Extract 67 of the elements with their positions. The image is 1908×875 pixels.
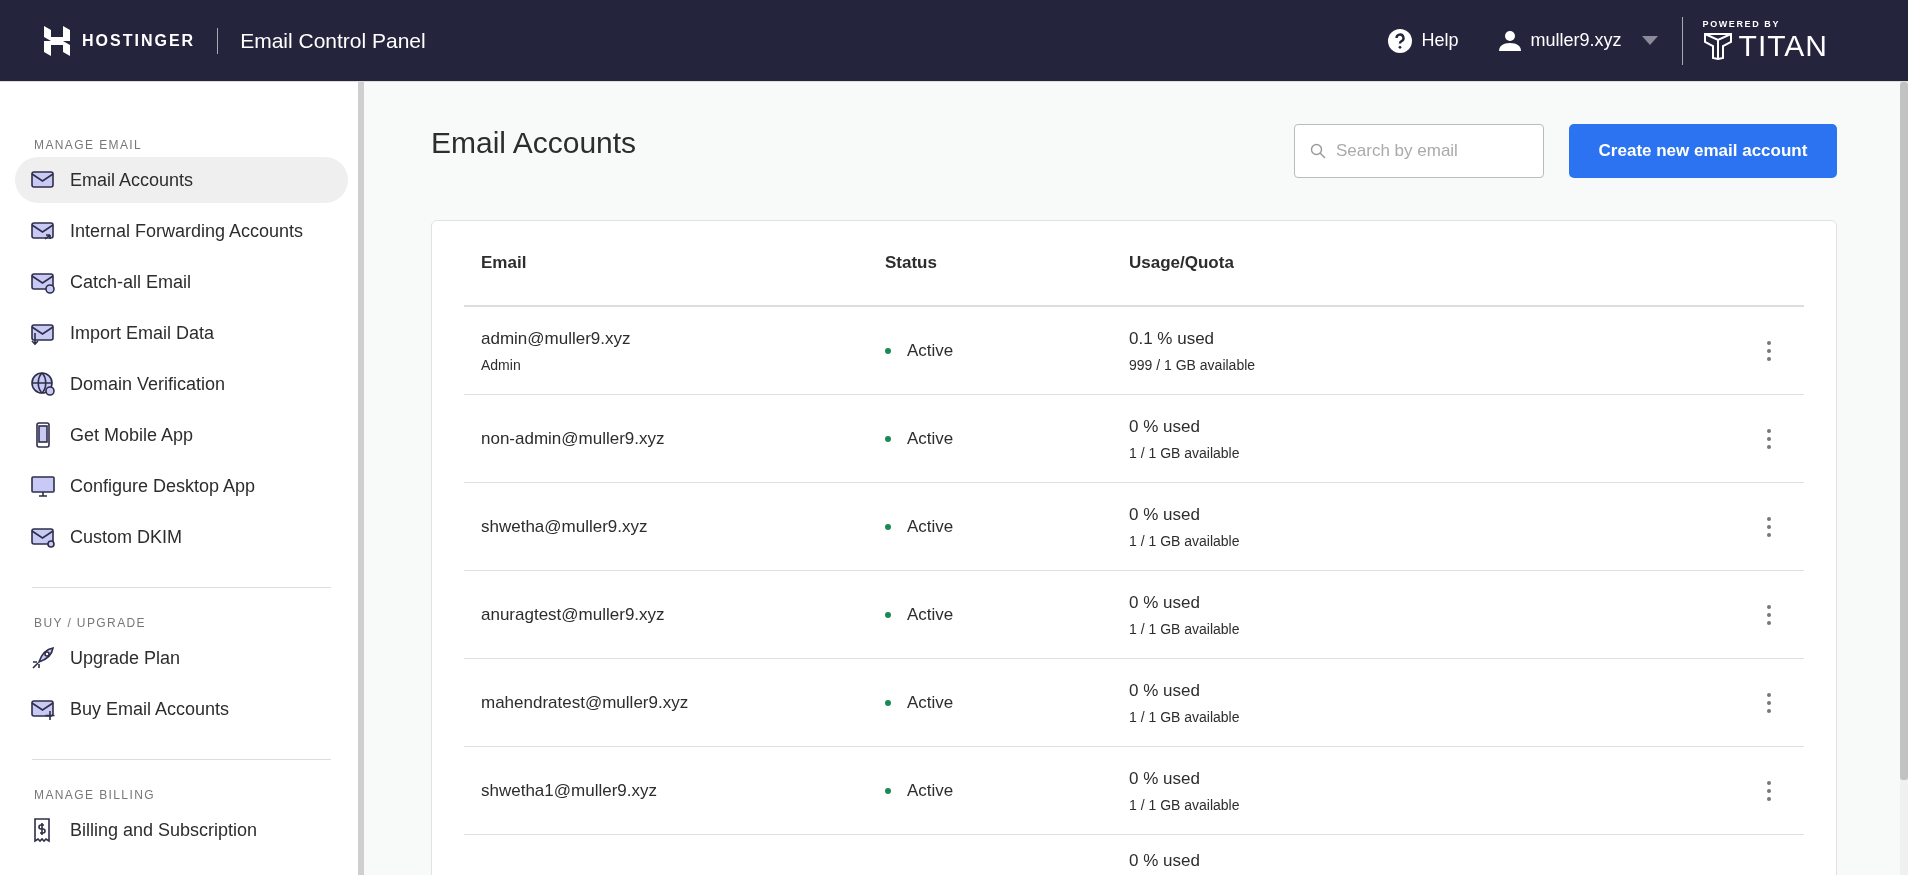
partner-name: TITAN [1738,28,1828,63]
globe-icon [30,371,56,397]
sidebar-item[interactable]: Import Email Data [15,310,348,356]
email-address: anuragtest@muller9.xyz [481,604,666,625]
status-dot-icon [885,347,891,354]
sidebar-item[interactable]: Buy Email Accounts [15,686,348,732]
column-header: Status [885,253,938,273]
sidebar-item[interactable]: Email Accounts [15,157,348,203]
email-address: shwetha1@muller9.xyz [481,780,658,801]
sidebar-item[interactable]: Catch-all Email [15,259,348,305]
sidebar-item[interactable]: Upgrade Plan [15,635,348,681]
role-label: Admin [481,356,522,373]
titan-logo-icon [1702,31,1733,60]
usage-text: 0 % used [1129,680,1201,701]
status-text: Active [907,780,954,801]
monitor-icon [30,473,56,499]
sidebar-item[interactable]: Configure Desktop App [15,463,348,509]
help-icon [1387,28,1412,53]
status-text: Active [907,692,954,713]
usage-text: 0 % used [1129,851,1201,871]
usage-text: 0 % used [1129,416,1201,437]
account-menu[interactable]: muller9.xyz [1498,30,1658,51]
email-address: mahendratest@muller9.xyz [481,692,690,713]
search-field[interactable]: Search by email [1294,124,1544,178]
email-address: shwetha@muller9.xyz [481,516,649,537]
usage-text: 0 % used [1129,504,1201,525]
email-address: admin@muller9.xyz [481,328,632,349]
create-account-button[interactable]: Create new email account [1569,124,1837,178]
help-link[interactable]: Help [1387,28,1459,53]
column-header: Email [480,253,528,273]
section-heading: MANAGE BILLING [33,787,156,804]
quota-text: 1 / 1 GB available [1129,796,1241,813]
section-heading: MANAGE EMAIL [33,137,144,154]
sidebar-item[interactable]: Get Mobile App [15,412,348,458]
status-dot-icon [885,787,891,794]
search-icon [1310,143,1326,159]
column-header: Usage/Quota [1129,253,1235,273]
powered-by-label: POWERED BY [1702,18,1782,29]
section-heading: BUY / UPGRADE [33,615,147,632]
sidebar-item[interactable]: Domain Verification [15,361,348,407]
logo-icon [44,25,70,56]
scrollbar-thumb[interactable] [1900,82,1908,780]
status-text: Active [907,340,954,361]
sidebar-item[interactable]: Internal Forwarding Accounts [15,208,348,254]
quota-text: 1 / 1 GB available [1129,444,1241,461]
status-dot-icon [885,435,891,442]
page-title: Email Accounts [431,126,638,160]
status-dot-icon [885,611,891,618]
email-address: non-admin@muller9.xyz [481,428,666,449]
sidebar-item[interactable]: Custom DKIM [15,514,348,560]
status-text: Active [907,516,954,537]
usage-text: 0.1 % used [1129,328,1216,349]
app-title: Email Control Panel [240,28,426,53]
quota-text: 1 / 1 GB available [1129,708,1241,725]
usage-text: 0 % used [1129,768,1201,789]
quota-text: 1 / 1 GB available [1129,620,1241,637]
quota-text: 999 / 1 GB available [1129,356,1257,373]
quota-text: 1 / 1 GB available [1129,532,1241,549]
user-icon [1498,30,1521,51]
status-dot-icon [885,523,891,530]
status-text: Active [907,428,954,449]
status-text: Active [907,604,954,625]
status-dot-icon [885,699,891,706]
brand-name: HOSTINGER [82,31,196,50]
sidebar-item[interactable]: Billing and Subscription [15,807,348,853]
usage-text: 0 % used [1129,592,1201,613]
caret-icon [1641,36,1658,45]
